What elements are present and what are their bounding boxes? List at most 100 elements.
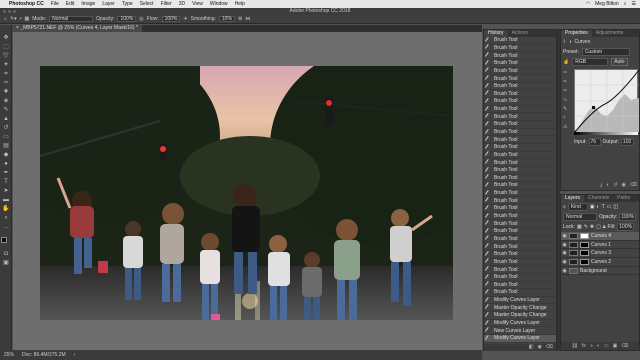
flow-input[interactable]: 100% [161,16,181,22]
blur-tool-icon[interactable]: ◆ [2,152,10,159]
tab-properties[interactable]: Properties [561,30,592,37]
history-item[interactable]: Modify Curves Layer [484,319,556,328]
airbrush-icon[interactable]: ✈ [183,16,187,22]
history-item[interactable]: Brush Tool [484,166,556,175]
channel-select[interactable]: RGB [572,58,609,66]
tab-adjustments[interactable]: Adjustments [592,30,628,37]
history-item[interactable]: Brush Tool [484,174,556,183]
eraser-tool-icon[interactable]: ▭ [2,134,10,141]
history-item[interactable]: Brush Tool [484,159,556,167]
visibility-eye-icon[interactable]: ◉ [562,242,567,248]
menu-window[interactable]: Window [210,1,228,7]
delete-adjustment-icon[interactable]: ⌫ [630,182,637,188]
canvas-area[interactable] [13,32,482,350]
lock-all-icon[interactable]: 🔒︎ [603,224,606,230]
menu-layer[interactable]: Layer [102,1,115,7]
gray-eyedropper-icon[interactable]: ✑ [563,79,571,85]
history-item[interactable]: Brush Tool [484,136,556,144]
history-item[interactable]: Brush Tool [484,182,556,190]
menu-select[interactable]: Select [140,1,154,7]
link-layers-icon[interactable]: ⛓ [572,343,578,349]
curves-adjustment-icon[interactable] [569,241,578,248]
layer-mask-thumbnail[interactable] [580,241,589,248]
camera-icon[interactable]: ◉ [538,344,542,351]
history-item[interactable]: Brush Tool [484,204,556,213]
menu-help[interactable]: Help [235,1,245,7]
history-item[interactable]: Brush Tool [484,189,556,198]
lock-pixels-icon[interactable]: ✎ [584,224,588,230]
marquee-tool-icon[interactable]: ⬚ [2,44,10,51]
healing-tool-icon[interactable]: ✚ [2,89,10,96]
brush-tool-icon[interactable]: ✎ [2,107,10,114]
shape-tool-icon[interactable]: ▬ [2,197,10,204]
brush-size-icon[interactable]: • [20,16,22,22]
menu-edit[interactable]: Edit [66,1,75,7]
history-item[interactable]: Brush Tool [484,288,556,297]
brush-preset-icon[interactable]: ✎▾ [10,16,17,22]
history-item[interactable]: Brush Tool [484,105,556,114]
layer-mask-thumbnail[interactable] [580,250,589,257]
pencil-curve-icon[interactable]: ✎ [563,106,571,112]
minimize-window-button[interactable] [8,10,11,13]
history-item[interactable]: Brush Tool [484,75,556,83]
layer-thumbnail[interactable] [569,267,578,274]
layer-style-icon[interactable]: fx [582,343,586,349]
input-value[interactable]: 76 [588,138,601,146]
blend-mode-select[interactable]: Normal [563,213,597,221]
app-menu[interactable]: Photoshop CC [9,1,44,7]
history-item[interactable]: Brush Tool [484,67,556,76]
smart-filter-icon[interactable]: ◫ [613,204,618,210]
layer-name[interactable]: Curves 1 [591,242,611,248]
menu-3d[interactable]: 3D [179,1,185,7]
mask-icon[interactable]: ◑ [568,39,571,45]
history-item[interactable]: Brush Tool [484,143,556,152]
layer-name[interactable]: Curves 2 [591,259,611,265]
history-item[interactable]: Master Opacity Change [484,304,556,313]
layer-row[interactable]: ◉ Curves 2 [561,258,639,267]
history-item[interactable]: Brush Tool [484,258,556,267]
menu-image[interactable]: Image [81,1,95,7]
zoom-tool-icon[interactable]: ⌕ [2,215,10,222]
screen-mode-icon[interactable]: ▣ [2,260,10,267]
layer-row[interactable]: ◉ Curves 1 [561,241,639,250]
close-window-button[interactable] [3,10,6,13]
symmetry-icon[interactable]: ⋈ [245,16,250,22]
notification-icon[interactable]: ☰ [632,1,636,7]
pointer-adjust-icon[interactable]: ☝ [563,59,569,65]
layer-row[interactable]: ◉ Curves 3 [561,249,639,259]
auto-button[interactable]: Auto [611,58,628,66]
spotlight-icon[interactable]: ⌕ [624,1,627,7]
document-image[interactable] [40,66,453,320]
menu-type[interactable]: Type [122,1,133,7]
menu-view[interactable]: View [192,1,203,7]
history-item[interactable]: Brush Tool [484,97,556,106]
history-item[interactable]: Brush Tool [484,197,556,206]
curves-adjustment-icon[interactable] [569,258,578,265]
history-item[interactable]: Brush Tool [484,243,556,251]
wifi-icon[interactable]: ◠ [586,1,590,7]
history-item[interactable]: Brush Tool [484,113,556,122]
adjustment-filter-icon[interactable]: ◐ [597,204,600,210]
history-item[interactable]: Brush Tool [484,128,556,137]
user-name[interactable]: Meg Bilton [595,1,619,7]
curves-graph[interactable] [574,69,640,133]
lock-position-icon[interactable]: ✥ [590,224,594,230]
document-tab[interactable]: × _MBP5721.NEF @ 25% (Curves 4, Layer Ma… [12,25,142,32]
visibility-eye-icon[interactable]: ◉ [562,233,567,239]
new-group-icon[interactable]: ▭ [604,343,609,349]
history-item[interactable]: Brush Tool [484,220,556,229]
curves-adjustment-icon[interactable] [569,250,578,257]
tab-history[interactable]: History [484,30,508,37]
trash-icon[interactable]: ⌫ [546,344,553,351]
lock-artboard-icon[interactable]: ▢ [596,224,601,230]
lasso-tool-icon[interactable]: ➰ [2,53,10,60]
opacity-input[interactable]: 100% [117,16,137,22]
history-item[interactable]: Brush Tool [484,250,556,259]
visibility-eye-icon[interactable]: ◉ [562,259,567,265]
patch-tool-icon[interactable]: ◈ [2,98,10,105]
black-eyedropper-icon[interactable]: ✑ [563,70,571,76]
history-item[interactable]: Master Opacity Change [484,311,556,320]
history-item[interactable]: Brush Tool [484,281,556,290]
history-item[interactable]: Brush Tool [484,151,556,160]
history-item[interactable]: Brush Tool [484,227,556,236]
